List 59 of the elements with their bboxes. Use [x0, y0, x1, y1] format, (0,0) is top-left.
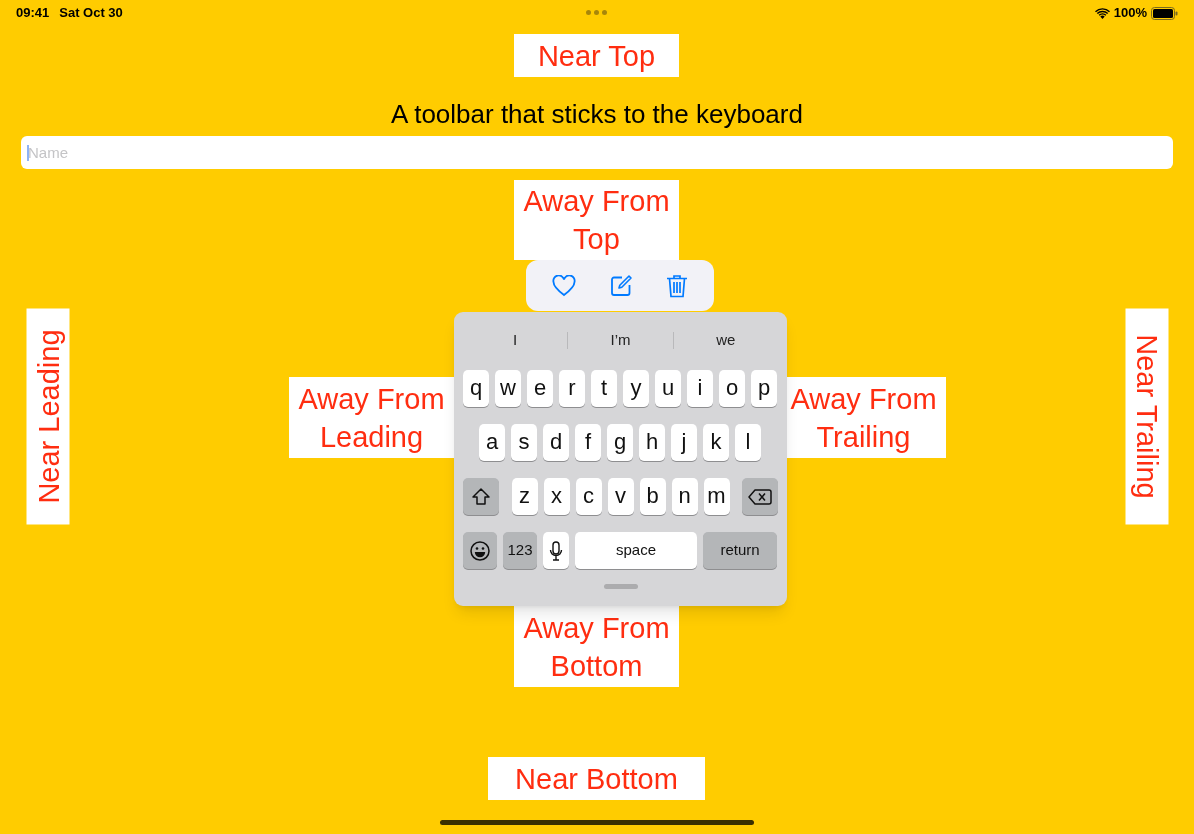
position-label: Away From Leading	[289, 377, 454, 458]
letter-key[interactable]: l	[735, 424, 761, 461]
shift-icon	[471, 487, 491, 506]
page-title: A toolbar that sticks to the keyboard	[390, 98, 804, 131]
letter-key[interactable]: t	[591, 370, 617, 407]
letter-key[interactable]: h	[639, 424, 665, 461]
suggestion[interactable]: I’m	[568, 328, 673, 352]
position-label: Near Trailing	[1125, 308, 1169, 525]
letter-key[interactable]: s	[511, 424, 537, 461]
microphone-icon	[549, 540, 563, 561]
letter-key[interactable]: p	[751, 370, 777, 407]
letter-key[interactable]: e	[527, 370, 553, 407]
letter-key[interactable]: u	[655, 370, 681, 407]
letter-key[interactable]: w	[495, 370, 521, 407]
position-label: Near Leading	[26, 308, 70, 525]
letter-key[interactable]: m	[703, 478, 730, 515]
letter-key[interactable]: n	[671, 478, 698, 515]
letter-key[interactable]: f	[575, 424, 601, 461]
suggestion[interactable]: we	[673, 328, 778, 352]
battery-icon	[1151, 6, 1178, 20]
letter-key[interactable]: r	[559, 370, 585, 407]
numbers-key[interactable]: 123	[503, 532, 537, 569]
return-key[interactable]: return	[703, 532, 777, 569]
backspace-icon	[748, 487, 772, 506]
battery-percentage: 100%	[1113, 4, 1147, 23]
letter-key[interactable]: z	[511, 478, 538, 515]
letter-key[interactable]: j	[671, 424, 697, 461]
letter-key[interactable]: k	[703, 424, 729, 461]
letter-key[interactable]: c	[575, 478, 602, 515]
multitasking-dots-icon[interactable]	[586, 10, 607, 15]
shift-key[interactable]	[463, 478, 499, 515]
trash-icon[interactable]	[665, 273, 688, 298]
wifi-icon	[1094, 7, 1110, 19]
text-cursor	[27, 145, 29, 161]
delete-key[interactable]	[742, 478, 778, 515]
heart-icon[interactable]	[552, 274, 577, 297]
letter-key[interactable]: b	[639, 478, 666, 515]
letter-key[interactable]: q	[463, 370, 489, 407]
name-field[interactable]: Name	[21, 136, 1173, 169]
position-label: Near Bottom	[488, 757, 705, 800]
position-label: Away From Top	[514, 180, 679, 260]
status-time: 09:41	[16, 4, 50, 23]
position-label: Away From Bottom	[514, 606, 679, 687]
letter-key[interactable]: y	[623, 370, 649, 407]
letter-key[interactable]: x	[543, 478, 570, 515]
letter-key[interactable]: a	[479, 424, 505, 461]
letter-key[interactable]: o	[719, 370, 745, 407]
emoji-key[interactable]	[463, 532, 497, 569]
smiley-icon	[470, 540, 490, 561]
suggestion[interactable]: I	[463, 328, 568, 352]
position-label: Near Top	[514, 34, 679, 77]
letter-key[interactable]: d	[543, 424, 569, 461]
letter-key[interactable]: v	[607, 478, 634, 515]
letter-key[interactable]: g	[607, 424, 633, 461]
status-date: Sat Oct 30	[59, 4, 123, 23]
letter-key[interactable]: i	[687, 370, 713, 407]
dictation-key[interactable]	[543, 532, 569, 569]
compose-icon[interactable]	[609, 273, 633, 298]
space-key[interactable]: space	[575, 532, 697, 569]
